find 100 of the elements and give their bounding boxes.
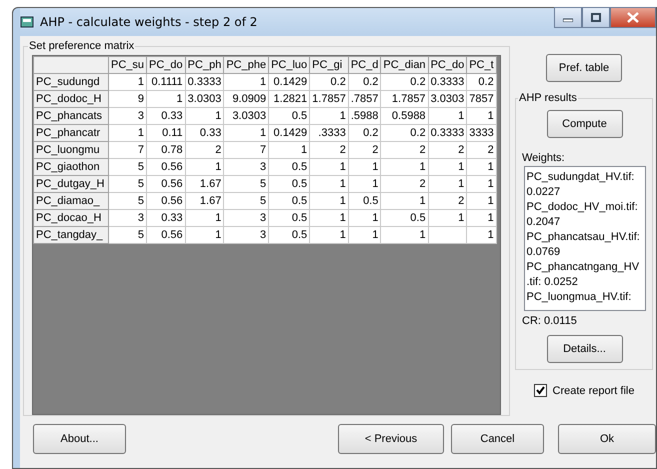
compute-button[interactable]: Compute (546, 110, 622, 138)
table-cell[interactable]: 1 (224, 74, 269, 90)
table-cell[interactable]: 7 (224, 142, 269, 158)
table-cell[interactable]: 0.1429 (268, 124, 310, 142)
table-cell[interactable]: 0.33 (185, 124, 224, 142)
table-cell[interactable]: 7 (108, 142, 147, 158)
table-cell[interactable]: 1 (428, 176, 467, 192)
table-cell[interactable]: 7857 (466, 90, 496, 108)
table-cell[interactable]: 0.5988 (380, 108, 428, 124)
table-cell[interactable]: 1 (466, 176, 496, 192)
table-cell[interactable]: 0.5 (380, 210, 428, 226)
table-cell[interactable]: 2 (310, 142, 348, 158)
table-cell[interactable]: .7857 (348, 90, 381, 108)
table-cell[interactable]: 1 (428, 158, 467, 176)
table-cell[interactable]: 0.56 (146, 176, 186, 192)
table-cell[interactable]: 0.2 (348, 124, 381, 142)
table-cell[interactable]: 2 (380, 176, 428, 192)
pref-table-button[interactable]: Pref. table (546, 54, 622, 82)
table-cell[interactable]: 1 (348, 158, 381, 176)
table-cell[interactable]: 0.2 (348, 74, 381, 90)
table-cell[interactable]: 0.5 (268, 176, 310, 192)
table-cell[interactable]: 0.2 (380, 124, 428, 142)
table-cell[interactable]: 5 (224, 176, 269, 192)
table-cell[interactable]: 1 (310, 158, 348, 176)
about-button[interactable]: About... (33, 424, 126, 454)
previous-button[interactable]: < Previous (338, 424, 444, 454)
table-cell[interactable]: 0.3333 (185, 74, 224, 90)
table-cell[interactable]: 0.2 (380, 74, 428, 90)
table-cell[interactable]: 0.56 (146, 158, 186, 176)
table-cell[interactable]: 1 (380, 226, 428, 244)
table-cell[interactable]: 0.3333 (428, 124, 467, 142)
table-cell[interactable]: 1.7857 (380, 90, 428, 108)
table-cell[interactable]: 2 (348, 142, 381, 158)
table-cell[interactable]: 1 (428, 108, 467, 124)
table-cell[interactable]: 1.67 (185, 192, 224, 210)
table-cell[interactable]: 1.2821 (268, 90, 310, 108)
table-cell[interactable]: 2 (380, 142, 428, 158)
table-cell[interactable]: 9 (108, 90, 147, 108)
table-cell[interactable]: 1 (268, 142, 310, 158)
report-checkbox[interactable] (534, 384, 547, 397)
table-cell[interactable]: 1 (466, 158, 496, 176)
table-cell[interactable]: 0.56 (146, 192, 186, 210)
table-cell[interactable]: 0.33 (146, 108, 186, 124)
table-cell[interactable]: 1.67 (185, 176, 224, 192)
table-cell[interactable]: 3.0303 (224, 108, 269, 124)
table-cell[interactable]: 0.2 (310, 74, 348, 90)
table-cell[interactable]: 0.5 (268, 226, 310, 244)
maximize-button[interactable] (582, 7, 610, 28)
table-cell[interactable]: 1 (108, 74, 147, 90)
table-cell[interactable]: 1 (185, 210, 224, 226)
table-cell[interactable]: 0.2 (466, 74, 496, 90)
table-cell[interactable]: 0.33 (146, 210, 186, 226)
table-cell[interactable]: 1 (146, 90, 186, 108)
table-cell[interactable]: 0.5 (348, 192, 381, 210)
table-cell[interactable]: 1 (310, 226, 348, 244)
table-cell[interactable]: 1 (428, 210, 467, 226)
table-cell[interactable]: 5 (224, 192, 269, 210)
matrix-grid[interactable] (32, 55, 501, 415)
table-cell[interactable]: 0.56 (146, 226, 186, 244)
table-cell[interactable]: 1 (310, 210, 348, 226)
table-cell[interactable]: 3 (224, 210, 269, 226)
table-cell[interactable]: 1 (224, 124, 269, 142)
table-cell[interactable]: 5 (108, 158, 147, 176)
table-cell[interactable]: 1 (380, 158, 428, 176)
cancel-button[interactable]: Cancel (451, 424, 544, 454)
table-cell[interactable]: 1 (466, 226, 496, 244)
table-cell[interactable]: 0.1111 (146, 74, 186, 90)
table-cell[interactable]: 0.5 (268, 108, 310, 124)
table-cell[interactable]: 0.5 (268, 210, 310, 226)
table-cell[interactable]: 1 (108, 124, 147, 142)
table-cell[interactable]: 1 (185, 108, 224, 124)
table-cell[interactable]: 0.1429 (268, 74, 310, 90)
table-cell[interactable]: 1 (185, 226, 224, 244)
table-cell[interactable]: 1 (348, 226, 381, 244)
table-cell[interactable]: 1 (348, 176, 381, 192)
close-button[interactable] (610, 7, 656, 28)
table-cell[interactable]: 1 (348, 210, 381, 226)
table-cell[interactable]: 3333 (466, 124, 496, 142)
table-cell[interactable]: 5 (108, 192, 147, 210)
table-cell[interactable]: 3 (224, 158, 269, 176)
table-cell[interactable]: 0.3333 (428, 74, 467, 90)
table-cell[interactable] (428, 226, 467, 244)
table-cell[interactable]: 3 (108, 108, 147, 124)
table-cell[interactable]: 1.7857 (310, 90, 348, 108)
table-cell[interactable]: 1 (466, 192, 496, 210)
table-cell[interactable]: 5 (108, 176, 147, 192)
table-cell[interactable]: 3 (108, 210, 147, 226)
ok-button[interactable]: Ok (558, 424, 656, 454)
table-cell[interactable]: 2 (466, 142, 496, 158)
table-cell[interactable]: 1 (466, 108, 496, 124)
table-cell[interactable]: 1 (310, 108, 348, 124)
table-cell[interactable]: 9.0909 (224, 90, 269, 108)
table-cell[interactable]: 1 (380, 192, 428, 210)
table-cell[interactable]: 2 (428, 142, 467, 158)
table-cell[interactable]: 2 (185, 142, 224, 158)
table-cell[interactable]: 0.11 (146, 124, 186, 142)
table-cell[interactable]: 0.5 (268, 192, 310, 210)
table-cell[interactable]: 3.0303 (185, 90, 224, 108)
weights-list[interactable]: PC_sudungdat_HV.tif: 0.0227 PC_dodoc_HV_moi.tif: 0.2047 PC_phancatsau_HV.tif: 0.0769 PC_phancatngang_HV .tif: 0.0252 PC_luongmua_HV.tif: (524, 166, 646, 311)
table-cell[interactable]: 1 (466, 210, 496, 226)
